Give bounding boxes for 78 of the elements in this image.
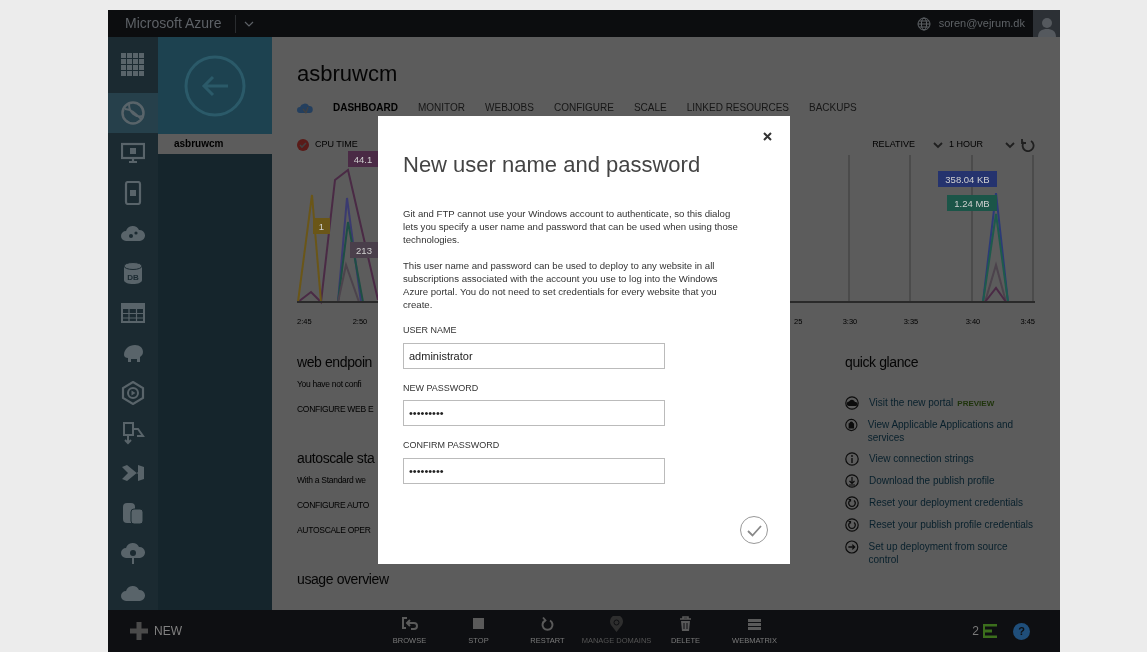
section-text: CONFIGURE WEB E	[297, 403, 374, 416]
section-text: CONFIGURE AUTO	[297, 499, 370, 512]
info-icon	[845, 452, 859, 466]
tab[interactable]: MONITOR	[418, 100, 466, 116]
chart-tooltip: 1	[313, 218, 330, 234]
table-icon	[121, 301, 145, 325]
range-label[interactable]: 1 HOUR	[949, 137, 983, 152]
list-icon[interactable]	[983, 624, 997, 638]
input-field[interactable]: •••••••••	[403, 400, 665, 426]
field-label: USER NAME	[403, 324, 458, 337]
cylinders-icon	[121, 501, 145, 525]
preview-tag: PREVIEW	[957, 399, 995, 408]
section-heading: web endpoin	[297, 353, 372, 372]
chart-tooltip: 358.04 KB	[938, 171, 997, 187]
download-icon	[845, 474, 859, 488]
section-heading: autoscale sta	[297, 449, 375, 468]
cloud-icon	[121, 585, 145, 601]
quick-link[interactable]: Reset your publish profile credentials	[869, 518, 1033, 531]
dialog-text: This user name and password can be used to deploy to any website in all subscriptions associated with the account you use to log into the Windows Azure portal. You do not need to set credentials for every website that you create.	[403, 259, 719, 311]
notification-count[interactable]: 2	[972, 622, 979, 640]
quick-link[interactable]: Visit the new portal	[869, 396, 954, 409]
refresh-icon[interactable]	[1021, 137, 1035, 152]
quick-link[interactable]: Set up deployment from source control	[868, 540, 1035, 566]
cloud-icon	[845, 396, 859, 410]
confirm-button[interactable]	[740, 516, 768, 544]
section-text: AUTOSCALE OPER	[297, 524, 371, 537]
check-circle-icon[interactable]	[297, 138, 309, 151]
arrow-right-icon	[845, 540, 859, 554]
page-title: asbruwcm	[297, 60, 399, 88]
tab[interactable]: WEBJOBS	[485, 100, 534, 116]
plus-icon	[130, 622, 148, 640]
dialog-text: Git and FTP cannot use your Windows account to authenticate, so this dialog lets you specify a user name and password that can be used when using those technologies.	[403, 207, 739, 246]
tab[interactable]: BACKUPS	[809, 100, 857, 116]
checkmark-icon	[746, 523, 762, 537]
section-text: With a Standard we	[297, 474, 366, 487]
bag-icon	[845, 418, 858, 432]
chevron-down-icon[interactable]	[933, 140, 943, 149]
cloud-icon	[297, 102, 313, 114]
legend-label: CPU TIME	[315, 137, 358, 151]
new-button[interactable]: NEW	[130, 622, 375, 640]
field-label: NEW PASSWORD	[403, 381, 480, 395]
section-heading: usage overview	[297, 570, 389, 589]
document-download-icon	[121, 421, 145, 445]
quick-link[interactable]: View Applicable Applications and services	[867, 418, 1035, 444]
brand-name: Microsoft Azure	[125, 14, 222, 33]
user-email[interactable]: soren@vejrum.dk	[938, 15, 1025, 32]
globe-icon	[916, 16, 931, 31]
section-heading: quick glance	[845, 353, 919, 372]
tab[interactable]: CONFIGURE	[553, 100, 614, 116]
chart-tooltip: 213	[350, 242, 378, 258]
grid-icon	[121, 53, 145, 77]
tab[interactable]: SCALE	[633, 100, 667, 116]
section-text: You have not confi	[297, 378, 362, 391]
range-mode-label[interactable]: RELATIVE	[872, 137, 915, 152]
help-button[interactable]: ?	[1013, 622, 1030, 640]
sidebar-item[interactable]: DB	[108, 253, 158, 293]
monitor-icon	[121, 141, 145, 165]
quick-link[interactable]: Download the publish profile	[869, 474, 995, 487]
chevron-down-icon[interactable]	[1005, 140, 1015, 149]
input-field[interactable]: administrator	[403, 342, 665, 369]
close-icon	[763, 131, 772, 141]
panel-item[interactable]: asbruwcm	[158, 134, 272, 154]
avatar[interactable]	[1033, 10, 1060, 37]
field-label: CONFIRM PASSWORD	[403, 439, 501, 452]
cloud-network-icon	[121, 541, 145, 565]
dialog-title: New user name and password	[403, 151, 702, 179]
chevron-down-icon[interactable]	[244, 19, 255, 28]
tab[interactable]: LINKED RESOURCES	[686, 100, 789, 116]
globe-icon	[121, 101, 145, 125]
quick-link[interactable]: View connection strings	[869, 452, 974, 465]
quick-link[interactable]: Reset your deployment credentials	[869, 496, 1023, 509]
tab[interactable]: DASHBOARD	[333, 100, 398, 116]
sidebar-item[interactable]	[108, 93, 158, 133]
chart-tooltip: 44.1	[348, 151, 378, 167]
chart-tooltip: 1.24 MB	[947, 195, 997, 211]
reset-icon	[845, 496, 859, 510]
input-field[interactable]: •••••••••	[403, 457, 665, 484]
reset-icon	[845, 518, 859, 532]
